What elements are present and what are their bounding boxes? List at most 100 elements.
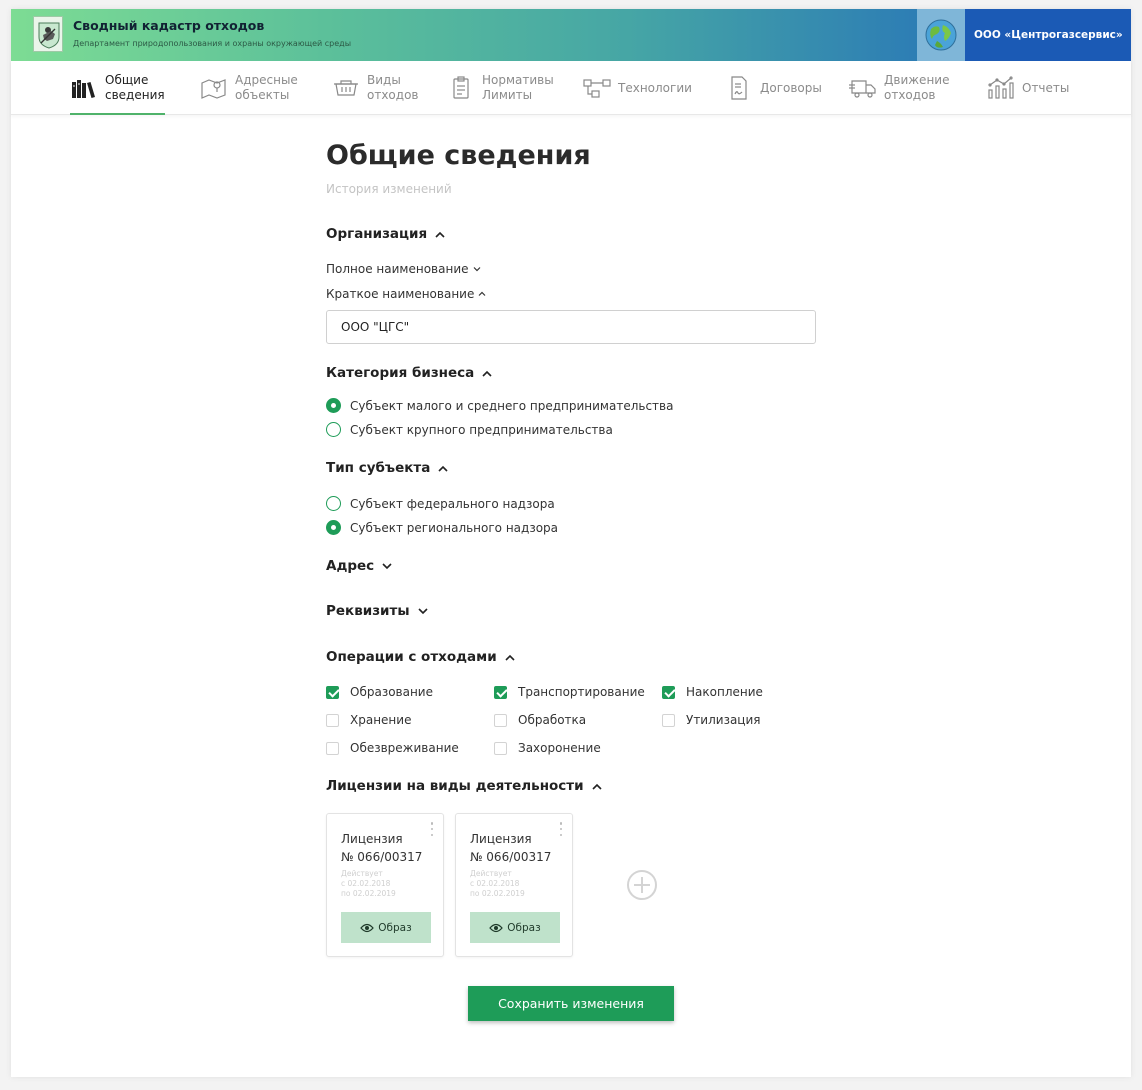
section-licenses-toggle[interactable]: Лицензии на виды деятельности [326,778,602,794]
top-header: Сводный кадастр отходов Департамент прир… [11,9,1131,61]
chevron-down-icon [382,562,392,569]
radio-small-medium-business[interactable]: Субъект малого и среднего предпринимател… [326,398,673,413]
radio-button[interactable] [326,520,341,535]
checkbox[interactable] [326,741,339,755]
checkbox[interactable] [494,685,507,699]
checkbox-neutralization[interactable]: Обезвреживание [326,741,459,755]
nav-label-line1: Договоры [760,80,822,95]
document-icon [725,74,753,102]
view-image-button[interactable]: Образ [470,912,560,943]
save-changes-button[interactable]: Сохранить изменения [468,986,674,1021]
section-title: Операции с отходами [326,649,497,665]
license-valid-to: по 02.02.2019 [341,889,396,898]
page-title: Общие сведения [326,140,591,171]
moscow-crest-icon [33,16,63,52]
organization-menu-button[interactable]: ООО «Центрогазсервис» [965,9,1131,61]
full-name-toggle[interactable]: Полное наименование [326,262,481,276]
section-waste-operations-toggle[interactable]: Операции с отходами [326,649,515,665]
nav-item-contracts[interactable]: Договоры [725,61,822,115]
more-vertical-icon[interactable] [558,822,564,836]
nav-item-technologies[interactable]: Технологии [583,61,692,115]
view-image-label: Образ [507,921,541,934]
short-name-toggle[interactable]: Краткое наименование [326,287,486,301]
checkbox-transportation[interactable]: Транспортирование [494,685,645,699]
radio-federal-supervision[interactable]: Субъект федерального надзора [326,496,555,511]
radio-large-business[interactable]: Субъект крупного предпринимательства [326,422,613,437]
checkbox-label: Накопление [686,685,763,699]
map-pin-icon [200,74,228,102]
section-title: Категория бизнеса [326,365,475,381]
view-image-button[interactable]: Образ [341,912,431,943]
section-title: Тип субъекта [326,460,431,476]
nav-item-reports[interactable]: Отчеты [987,61,1069,115]
nav-item-norms-limits[interactable]: Нормативы Лимиты [447,61,554,115]
full-name-label: Полное наименование [326,262,469,276]
license-card[interactable]: Лицензия № 066/00317 Действует с 02.02.2… [326,813,444,957]
chevron-down-icon [417,607,428,614]
section-title: Адрес [326,558,375,574]
app-title: Сводный кадастр отходов [73,18,265,33]
checkbox[interactable] [662,685,675,699]
checkbox-label: Обезвреживание [350,741,459,755]
checkbox-label: Обработка [518,713,587,727]
nav-label-line2: сведения [105,88,165,102]
radio-label: Субъект федерального надзора [350,496,555,511]
checkbox-utilization[interactable]: Утилизация [662,713,761,727]
checkbox-storage[interactable]: Хранение [326,713,411,727]
app-frame: Сводный кадастр отходов Департамент прир… [11,9,1131,1077]
main-nav: Общие сведения Адресные объекты Виды отх… [11,61,1131,115]
license-name: Лицензия [341,832,403,846]
license-validity: Действует с 02.02.2018 по 02.02.2019 [470,869,525,899]
radio-button[interactable] [326,496,341,511]
section-address-toggle[interactable]: Адрес [326,558,392,574]
checkbox[interactable] [662,713,675,727]
license-valid-to: по 02.02.2019 [470,889,525,898]
license-number: № 066/00317 [341,850,423,864]
short-name-input[interactable] [326,310,816,344]
checkbox-processing[interactable]: Обработка [494,713,586,727]
history-link[interactable]: История изменений [326,182,452,196]
books-icon [70,74,98,102]
license-title: Лицензия № 066/00317 [470,830,551,866]
section-organization-toggle[interactable]: Организация [326,226,445,242]
plus-circle-icon [627,870,657,900]
nav-item-general-info[interactable]: Общие сведения [70,61,165,115]
checkbox-formation[interactable]: Образование [326,685,433,699]
checkbox-accumulation[interactable]: Накопление [662,685,763,699]
section-requisites-toggle[interactable]: Реквизиты [326,603,428,619]
flow-icon [583,74,611,102]
checkbox-label: Утилизация [686,713,761,727]
chevron-up-icon [505,654,515,661]
nav-item-waste-types[interactable]: Виды отходов [332,61,419,115]
radio-button[interactable] [326,422,341,437]
nav-item-address-objects[interactable]: Адресные объекты [200,61,298,115]
radio-label: Субъект крупного предпринимательства [350,422,613,437]
radio-regional-supervision[interactable]: Субъект регионального надзора [326,520,558,535]
checkbox[interactable] [494,741,507,755]
section-title: Реквизиты [326,603,410,619]
chevron-up-icon [592,783,602,790]
nav-label-line2: отходов [884,88,936,102]
add-license-button[interactable] [626,869,658,901]
clipboard-icon [447,74,475,102]
nav-item-waste-movement[interactable]: Движение отходов [849,61,949,115]
checkbox[interactable] [326,713,339,727]
chevron-up-icon [478,291,486,296]
checkbox-burial[interactable]: Захоронение [494,741,601,755]
section-title: Организация [326,226,428,242]
section-business-category-toggle[interactable]: Категория бизнеса [326,365,492,381]
section-subject-type-toggle[interactable]: Тип субъекта [326,460,448,476]
checkbox[interactable] [494,713,507,727]
nav-label-line1: Технологии [618,80,692,95]
chevron-up-icon [438,465,448,472]
nav-label-line2: отходов [367,88,419,102]
more-vertical-icon[interactable] [429,822,435,836]
short-name-label: Краткое наименование [326,287,475,301]
radio-button[interactable] [326,398,341,413]
chevron-up-icon [482,370,492,377]
truck-icon [849,74,877,102]
eye-icon [360,923,375,932]
chevron-up-icon [435,231,445,238]
checkbox[interactable] [326,685,339,699]
license-card[interactable]: Лицензия № 066/00317 Действует с 02.02.2… [455,813,573,957]
